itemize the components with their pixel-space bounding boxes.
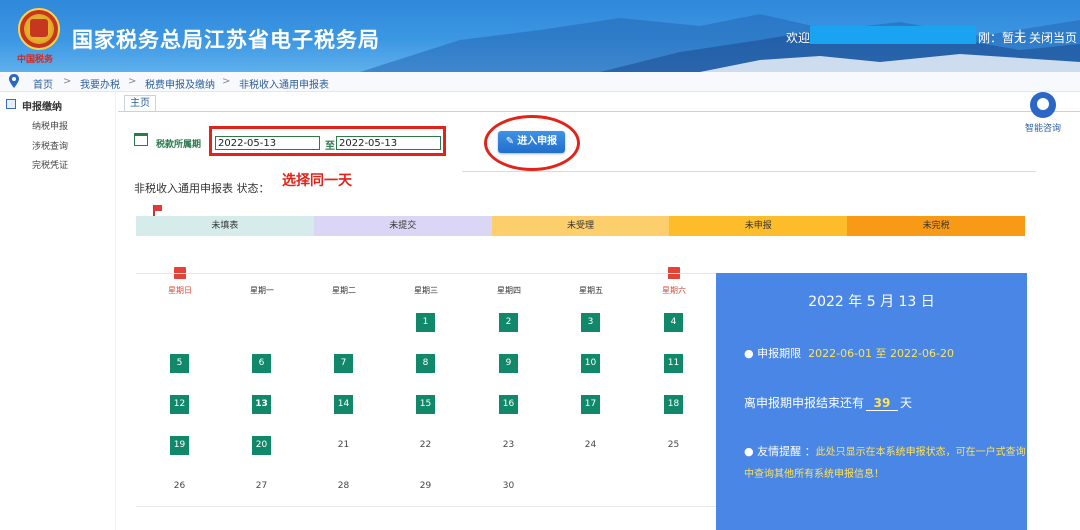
calendar-day-active[interactable]: 2 (499, 313, 518, 332)
weekday-header: 星期一 (250, 286, 274, 295)
calendar-day: 25 (667, 440, 680, 450)
calendar-day: 29 (419, 481, 432, 491)
breadcrumb-separator: > (63, 76, 72, 87)
enter-declaration-button[interactable]: ✎ 进入申报 (498, 131, 565, 153)
status-title: 非税收入通用申报表 状态： (134, 182, 270, 195)
tax-emblem-icon (18, 8, 60, 50)
status-legend-item: 未填表 (136, 216, 314, 236)
calendar-day-active[interactable]: 18 (664, 395, 683, 414)
divider (462, 171, 1036, 172)
declaration-period: ● 申报期限 2022-06-01 至 2022-06-20 (744, 347, 954, 360)
calendar-day: 28 (337, 481, 350, 491)
calendar-day-active[interactable]: 11 (664, 354, 683, 373)
breadcrumb-declare-pay[interactable]: 税费申报及缴纳 (145, 76, 215, 91)
calendar-day-active[interactable]: 9 (499, 354, 518, 373)
grid-icon (6, 99, 16, 109)
headset-icon (1030, 92, 1056, 118)
calendar-day-active[interactable]: 15 (416, 395, 435, 414)
calendar-day-active[interactable]: 5 (170, 354, 189, 373)
breadcrumb-current: 非税收入通用申报表 (239, 80, 329, 91)
calendar-day: 21 (337, 440, 350, 450)
consult-label: 智能咨询 (1024, 124, 1061, 134)
breadcrumb-separator: > (222, 76, 231, 87)
status-legend: 未填表 未提交 未受理 未申报 未完税 (136, 216, 1025, 236)
pen-icon: ✎ (505, 136, 515, 147)
to-label: 至 (325, 141, 335, 152)
calendar-day-active[interactable]: 7 (334, 354, 353, 373)
site-header: 中国税务 国家税务总局江苏省电子税务局 欢迎 刚：暂无 | 关闭当页 (0, 0, 1080, 72)
status-legend-item: 未提交 (313, 216, 492, 236)
header-separator: | (1018, 28, 1023, 42)
left-sidebar: 申报缴纳 纳税申报 涉税查询 完税凭证 (0, 92, 116, 530)
calendar-day-active[interactable]: 3 (581, 313, 600, 332)
welcome-label: 欢迎 (786, 31, 811, 45)
sidebar-item-tax-query[interactable]: 涉税查询 (32, 139, 68, 152)
sidebar-item-tax-declaration[interactable]: 纳税申报 (32, 119, 68, 132)
friendly-reminder: ● 友情提醒 ：此处只显示在本系统申报状态，可在一户式查询中查询其他所有系统申报… (744, 445, 1026, 480)
sidebar-item-tax-certificate[interactable]: 完税凭证 (32, 158, 68, 171)
weekday-header: 星期六 (662, 286, 686, 295)
smart-consult-button[interactable]: 智能咨询 (1020, 92, 1066, 138)
calendar-day: 22 (419, 440, 432, 450)
site-title: 国家税务总局江苏省电子税务局 (72, 28, 380, 52)
calendar-day-active[interactable]: 20 (252, 436, 271, 455)
info-date: 2022 年 5 月 13 日 (808, 294, 935, 310)
tab-home[interactable]: 主页 (124, 95, 156, 112)
remaining-days-count: 39 (866, 396, 899, 411)
calendar-day-active[interactable]: 19 (170, 436, 189, 455)
start-date-input[interactable] (215, 136, 320, 150)
calendar-day-active[interactable]: 16 (499, 395, 518, 414)
calendar-day-active[interactable]: 17 (581, 395, 600, 414)
calendar-day: 30 (502, 481, 515, 491)
breadcrumb: 首页 > 我要办税 > 税费申报及缴纳 > 非税收入通用申报表 (0, 72, 1080, 92)
calendar-day-active[interactable]: 14 (334, 395, 353, 414)
calendar-day-active[interactable]: 1 (416, 313, 435, 332)
close-page-link[interactable]: 关闭当页 (1029, 29, 1077, 46)
end-date-input[interactable] (336, 136, 441, 150)
tab-divider (118, 111, 1080, 112)
location-pin-icon (9, 74, 19, 88)
status-legend-item: 未完税 (847, 216, 1025, 236)
status-legend-item: 未受理 (491, 216, 670, 236)
annotation-text: 选择同一天 (282, 173, 352, 189)
period-label: 税款所属期 (156, 140, 202, 150)
calendar-icon (134, 133, 148, 146)
calendar-day-active[interactable]: 8 (416, 354, 435, 373)
calendar-day-active[interactable]: 4 (664, 313, 683, 332)
status-legend-item: 未申报 (669, 216, 848, 236)
calendar-day: 27 (255, 481, 268, 491)
calendar-divider (136, 273, 716, 274)
calendar-divider (136, 506, 716, 507)
calendar-day: 26 (173, 481, 186, 491)
breadcrumb-separator: > (128, 76, 137, 87)
calendar-day: 24 (584, 440, 597, 450)
calendar-day-active[interactable]: 12 (170, 395, 189, 414)
weekday-header: 星期四 (497, 286, 521, 295)
redacted-user-name (810, 26, 976, 44)
weekday-header: 星期三 (414, 286, 438, 295)
calendar-day-active[interactable]: 10 (581, 354, 600, 373)
remaining-days: 离申报期申报结束还有 39 天 (744, 396, 913, 411)
weekday-header: 星期二 (332, 286, 356, 295)
info-panel: 2022 年 5 月 13 日 ● 申报期限 2022-06-01 至 2022… (716, 273, 1027, 530)
calendar-day: 23 (502, 440, 515, 450)
calendar-day-active[interactable]: 13 (252, 395, 271, 414)
breadcrumb-tax-handling[interactable]: 我要办税 (80, 76, 120, 91)
weekday-header: 星期日 (168, 286, 192, 295)
calendar-day-active[interactable]: 6 (252, 354, 271, 373)
weekday-header: 星期五 (579, 286, 603, 295)
breadcrumb-home[interactable]: 首页 (33, 76, 53, 91)
emblem-text: 中国税务 (17, 55, 54, 65)
